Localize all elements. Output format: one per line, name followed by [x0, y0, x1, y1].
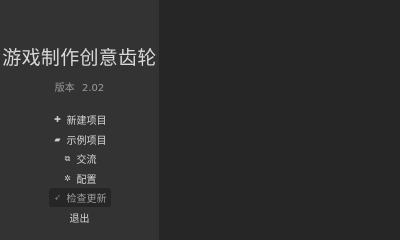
exit-button[interactable]: 退出 — [66, 208, 94, 228]
plus-icon: ✚ — [54, 115, 61, 125]
sample-projects-label: 示例项目 — [66, 135, 107, 147]
settings-label: 配置 — [76, 174, 97, 186]
content-area — [159, 0, 400, 240]
check-updates-button[interactable]: ➶ 检查更新 — [48, 188, 111, 208]
exit-label: 退出 — [69, 213, 90, 225]
folder-icon: ▰ — [54, 134, 61, 144]
rocket-icon: ➶ — [54, 193, 61, 203]
start-menu-panel: 游戏制作创意齿轮 版本 2.02 ✚ 新建项目 ▰ 示例项目 ⧉ 交流 ✲ 配置… — [0, 0, 159, 240]
main-menu: ✚ 新建项目 ▰ 示例项目 ⧉ 交流 ✲ 配置 ➶ 检查更新 退出 — [0, 110, 159, 227]
sample-projects-button[interactable]: ▰ 示例项目 — [49, 130, 111, 150]
version-label: 版本 — [54, 83, 75, 94]
gear-icon: ✲ — [64, 173, 71, 183]
app-window: 游戏制作创意齿轮 版本 2.02 ✚ 新建项目 ▰ 示例项目 ⧉ 交流 ✲ 配置… — [0, 0, 400, 240]
community-button[interactable]: ⧉ 交流 — [59, 149, 101, 169]
settings-button[interactable]: ✲ 配置 — [59, 169, 101, 189]
external-link-icon: ⧉ — [64, 153, 71, 163]
new-project-label: 新建项目 — [66, 116, 107, 128]
version-number: 2.02 — [81, 83, 105, 94]
app-title: 游戏制作创意齿轮 — [2, 47, 157, 69]
version-info: 版本 2.02 — [0, 79, 159, 94]
check-updates-label: 检查更新 — [66, 194, 107, 206]
community-label: 交流 — [76, 155, 97, 167]
new-project-button[interactable]: ✚ 新建项目 — [49, 110, 111, 130]
